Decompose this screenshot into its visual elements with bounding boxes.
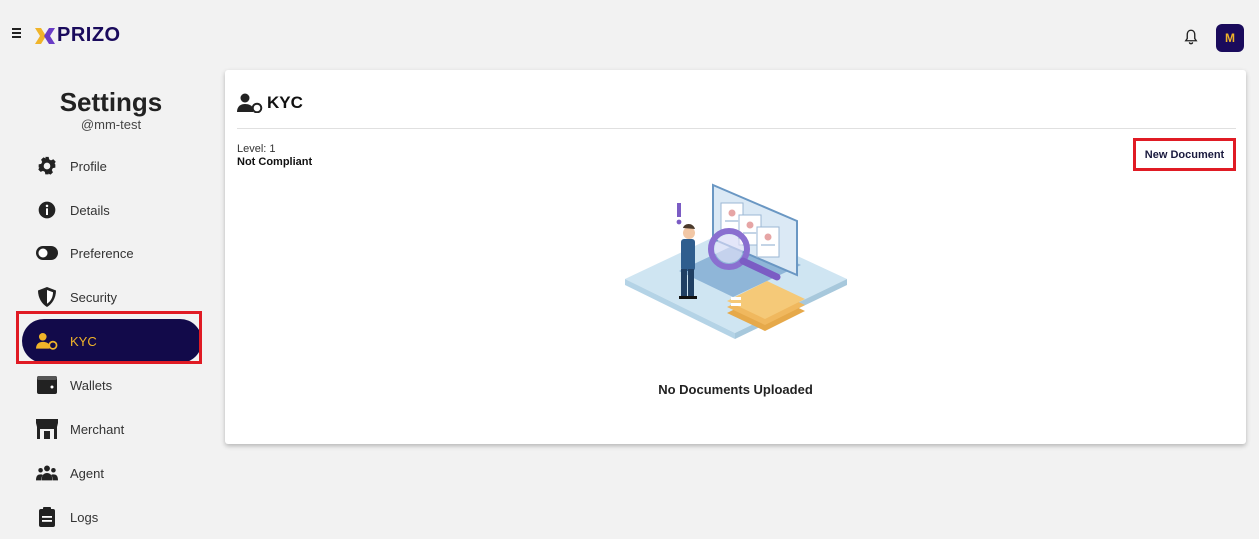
page-title: Settings bbox=[59, 87, 163, 117]
sidebar-item-profile[interactable]: Profile bbox=[22, 144, 202, 188]
sidebar-item-details[interactable]: Details bbox=[22, 188, 202, 232]
sidebar-item-label: Agent bbox=[70, 465, 104, 481]
gear-icon bbox=[36, 155, 58, 177]
prizo-logo-mark-icon bbox=[35, 27, 55, 44]
sidebar-item-label: Security bbox=[70, 289, 117, 305]
divider bbox=[237, 128, 1236, 129]
new-document-button[interactable]: New Document bbox=[1133, 138, 1236, 171]
brand-name: PRIZO bbox=[57, 24, 121, 46]
logo[interactable]: PRIZO bbox=[34, 24, 121, 47]
username: @mm-test bbox=[80, 117, 142, 132]
sidebar-item-label: Details bbox=[70, 202, 110, 218]
group-icon bbox=[36, 462, 58, 484]
sidebar-item-logs[interactable]: Logs bbox=[22, 495, 202, 539]
kyc-level: Level: 1 bbox=[237, 143, 276, 155]
top-bar: PRIZO M bbox=[0, 0, 1259, 74]
toggle-icon bbox=[36, 242, 58, 264]
sidebar-item-label: Merchant bbox=[70, 421, 125, 437]
sidebar-item-security[interactable]: Security bbox=[22, 275, 202, 319]
info-icon bbox=[36, 199, 58, 221]
clipboard-icon bbox=[36, 506, 58, 528]
empty-state-illustration bbox=[625, 183, 847, 339]
sidebar-item-agent[interactable]: Agent bbox=[22, 451, 202, 495]
sidebar-item-label: KYC bbox=[70, 333, 97, 349]
avatar[interactable]: M bbox=[1216, 24, 1244, 52]
wallet-icon bbox=[36, 374, 58, 396]
sidebar-item-label: Preference bbox=[70, 245, 134, 261]
sidebar-item-label: Logs bbox=[70, 509, 99, 525]
hamburger-menu-icon[interactable] bbox=[12, 26, 26, 40]
shield-icon bbox=[36, 286, 58, 308]
empty-state-message: No Documents Uploaded bbox=[658, 382, 813, 397]
card-title: KYC bbox=[267, 93, 303, 112]
sidebar-item-preference[interactable]: Preference bbox=[22, 231, 202, 275]
compliance-status: Not Compliant bbox=[237, 156, 313, 168]
sidebar: Settings @mm-test Profile Details Prefer… bbox=[0, 74, 222, 527]
user-verified-icon bbox=[36, 330, 58, 352]
sidebar-item-kyc[interactable]: KYC bbox=[22, 319, 202, 363]
card-header: KYC bbox=[237, 93, 303, 113]
kyc-card: KYC Level: 1 Not Compliant New Document bbox=[225, 70, 1246, 444]
sidebar-item-wallets[interactable]: Wallets bbox=[22, 363, 202, 407]
sidebar-item-merchant[interactable]: Merchant bbox=[22, 407, 202, 451]
store-icon bbox=[36, 418, 58, 440]
sidebar-item-label: Profile bbox=[70, 158, 107, 174]
user-verified-icon bbox=[237, 93, 263, 113]
sidebar-item-label: Wallets bbox=[70, 377, 113, 393]
bell-icon[interactable] bbox=[1182, 28, 1200, 46]
